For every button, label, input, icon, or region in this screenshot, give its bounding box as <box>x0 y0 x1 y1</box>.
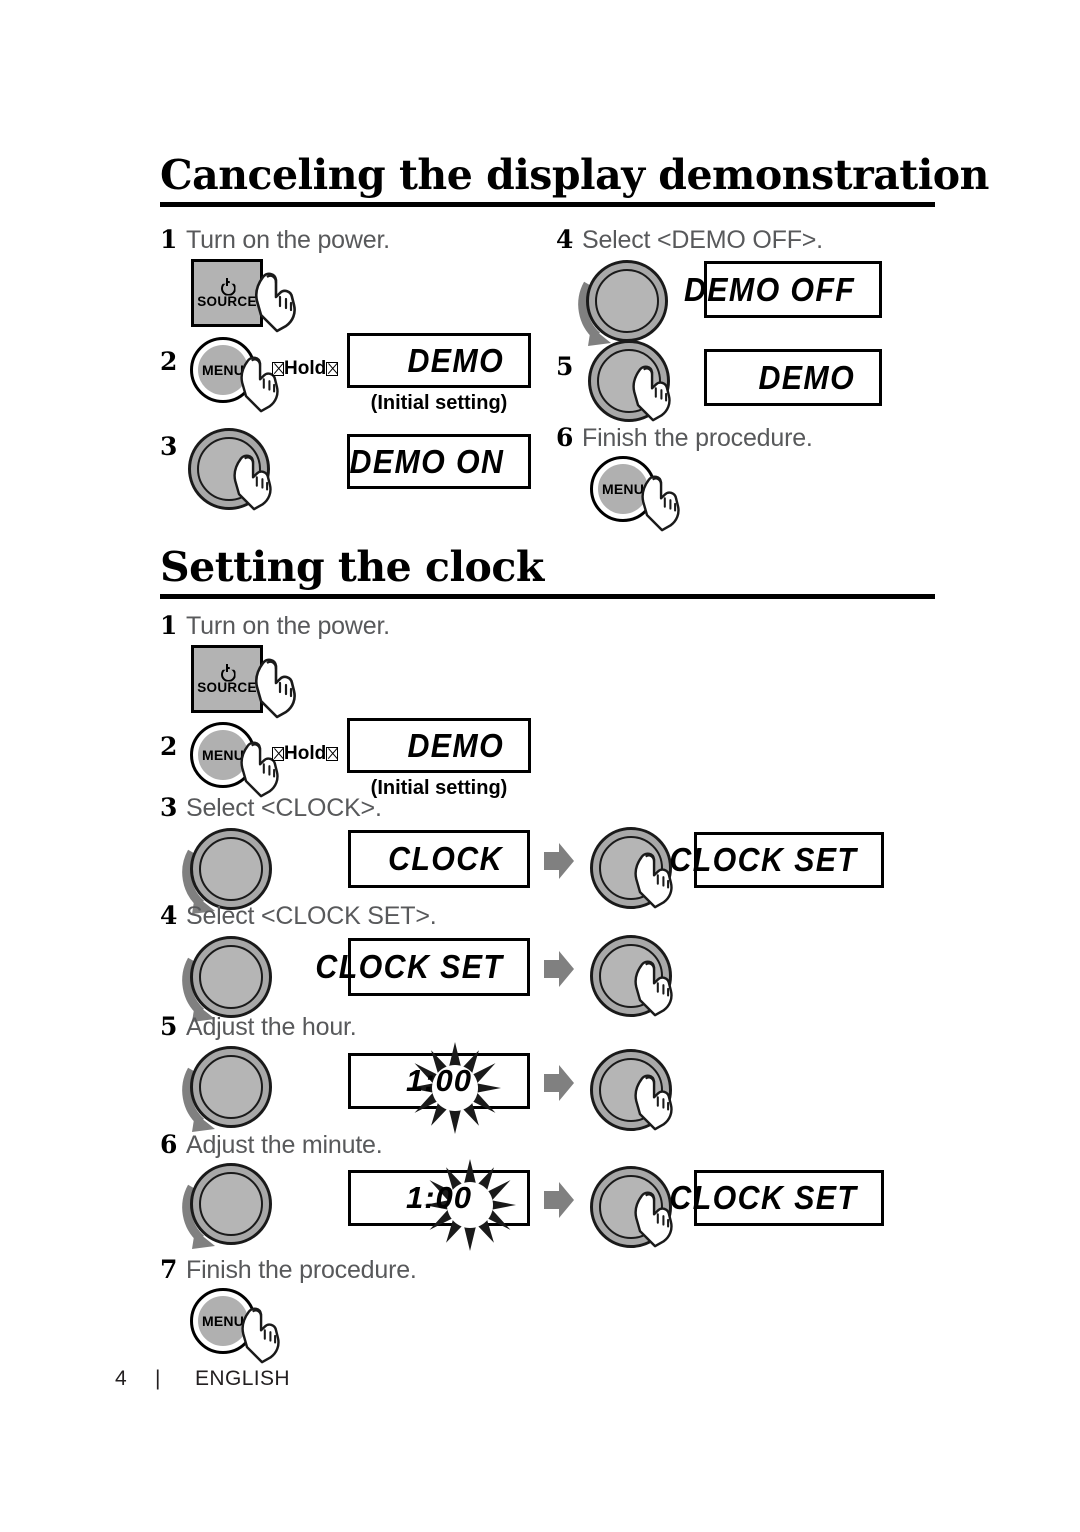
section-setting-clock: Setting the clock <box>160 544 935 599</box>
hold-label: Hold <box>272 743 339 765</box>
step-text: Adjust the minute. <box>186 1131 383 1159</box>
section-rule <box>160 202 935 207</box>
step-number: 3 <box>160 793 178 822</box>
hand-pointer-icon <box>229 453 279 516</box>
missing-glyph-icon <box>272 747 284 761</box>
lcd-display-demo-confirm: DEMO <box>704 349 882 406</box>
step-number: 7 <box>160 1255 178 1284</box>
step-row-clock-5: 5 Adjust the hour. <box>160 1012 357 1042</box>
knob-rotate-illustration[interactable] <box>168 1040 278 1138</box>
step-text: Select <CLOCK>. <box>186 794 382 822</box>
hand-pointer-icon <box>637 474 687 537</box>
step-text: Finish the procedure. <box>186 1256 417 1284</box>
lcd-text: DEMO OFF <box>683 270 856 308</box>
knob-inner-disc <box>199 945 263 1009</box>
missing-glyph-icon <box>272 362 284 376</box>
section-title-canceling-demo: Canceling the display demonstration <box>160 151 989 199</box>
step-number: 6 <box>160 1130 178 1159</box>
lcd-text: DEMO <box>407 726 505 764</box>
lcd-display-clock-set-2: CLOCK SET <box>315 938 530 996</box>
lcd-text: DEMO ON <box>349 442 505 480</box>
manual-page: Canceling the display demonstration 1 Tu… <box>0 0 1080 1532</box>
right-arrow-icon <box>542 1180 576 1220</box>
lcd-display-demo-off: DEMO OFF <box>684 261 882 318</box>
footer-separator: | <box>155 1367 161 1390</box>
step-row-demo-4: 4 Select <DEMO OFF>. <box>556 225 823 255</box>
knob-inner-disc <box>595 269 659 333</box>
lcd-text: CLOCK <box>388 840 504 877</box>
lcd-display-clock: CLOCK <box>348 830 530 888</box>
right-arrow-icon <box>542 841 576 881</box>
lcd-display-clock-set-1: CLOCK SET <box>669 832 884 888</box>
page-footer: 4 | ENGLISH <box>115 1367 290 1391</box>
footer-language: ENGLISH <box>195 1367 290 1390</box>
lcd-text: DEMO <box>407 341 505 379</box>
lcd-display-demo-initial-2: DEMO <box>347 718 531 773</box>
step-row-clock-1: 1 Turn on the power. <box>160 611 390 641</box>
knob-rotate-illustration[interactable] <box>168 1157 278 1255</box>
step-text: Turn on the power. <box>186 226 390 254</box>
step-row-clock-4: 4 Select <CLOCK SET>. <box>160 901 437 931</box>
lcd-text: CLOCK SET <box>669 1179 858 1216</box>
lcd-display-demo-initial: DEMO <box>347 333 531 388</box>
knob-inner-disc <box>199 1055 263 1119</box>
section-canceling-demo: Canceling the display demonstration <box>160 151 989 207</box>
step-row-clock-3: 3 Select <CLOCK>. <box>160 793 382 823</box>
hand-pointer-icon <box>237 1306 287 1369</box>
step-row-clock-6: 6 Adjust the minute. <box>160 1130 383 1160</box>
hand-pointer-icon <box>630 959 680 1022</box>
source-button-label: SOURCE <box>197 293 257 309</box>
lcd-display-demo-on: DEMO ON <box>347 434 531 489</box>
hand-pointer-icon <box>251 657 303 724</box>
right-arrow-icon <box>542 949 576 989</box>
lcd-text: DEMO <box>758 358 856 396</box>
step-text: Finish the procedure. <box>582 424 813 452</box>
hold-label: Hold <box>272 358 339 380</box>
missing-glyph-icon <box>326 362 339 376</box>
lcd-text: CLOCK SET <box>669 841 858 878</box>
lcd-display-clock-set-3: CLOCK SET <box>669 1170 884 1226</box>
step-text: Select <CLOCK SET>. <box>186 902 437 930</box>
source-button-label: SOURCE <box>197 679 257 695</box>
step-row-clock-7: 7 Finish the procedure. <box>160 1255 417 1285</box>
hand-pointer-icon <box>251 271 303 338</box>
step-number-clock-2: 2 <box>160 732 178 761</box>
knob-rotate-illustration[interactable] <box>564 254 674 352</box>
lcd-time-text: 1:00 <box>405 1063 473 1098</box>
step-text: Select <DEMO OFF>. <box>582 226 823 254</box>
step-number: 4 <box>160 901 178 930</box>
step-number: 1 <box>160 611 178 640</box>
page-number: 4 <box>115 1367 127 1390</box>
missing-glyph-icon <box>326 747 339 761</box>
section-rule <box>160 594 935 599</box>
section-title-setting-clock: Setting the clock <box>160 543 544 591</box>
step-number-demo-3: 3 <box>160 432 178 461</box>
step-text: Adjust the hour. <box>186 1013 357 1041</box>
step-row-demo-6: 6 Finish the procedure. <box>556 423 813 453</box>
step-number: 4 <box>556 225 574 254</box>
step-number-demo-2: 2 <box>160 347 178 376</box>
right-arrow-icon <box>542 1063 576 1103</box>
lcd-time-text: 1:00 <box>405 1180 473 1215</box>
step-number-demo-5: 5 <box>556 352 574 381</box>
hand-pointer-icon <box>630 1073 680 1136</box>
lcd-text: CLOCK SET <box>315 948 504 985</box>
power-icon <box>220 663 235 679</box>
hand-pointer-icon <box>628 364 678 427</box>
step-number: 6 <box>556 423 574 452</box>
step-text: Turn on the power. <box>186 612 390 640</box>
hold-text: Hold <box>284 743 327 764</box>
knob-inner-disc <box>199 837 263 901</box>
step-number: 1 <box>160 225 178 254</box>
hold-text: Hold <box>284 358 327 379</box>
step-number: 5 <box>160 1012 178 1041</box>
step-row-demo-1: 1 Turn on the power. <box>160 225 390 255</box>
knob-inner-disc <box>199 1172 263 1236</box>
initial-setting-caption: (Initial setting) <box>370 392 508 414</box>
power-icon <box>220 277 235 293</box>
